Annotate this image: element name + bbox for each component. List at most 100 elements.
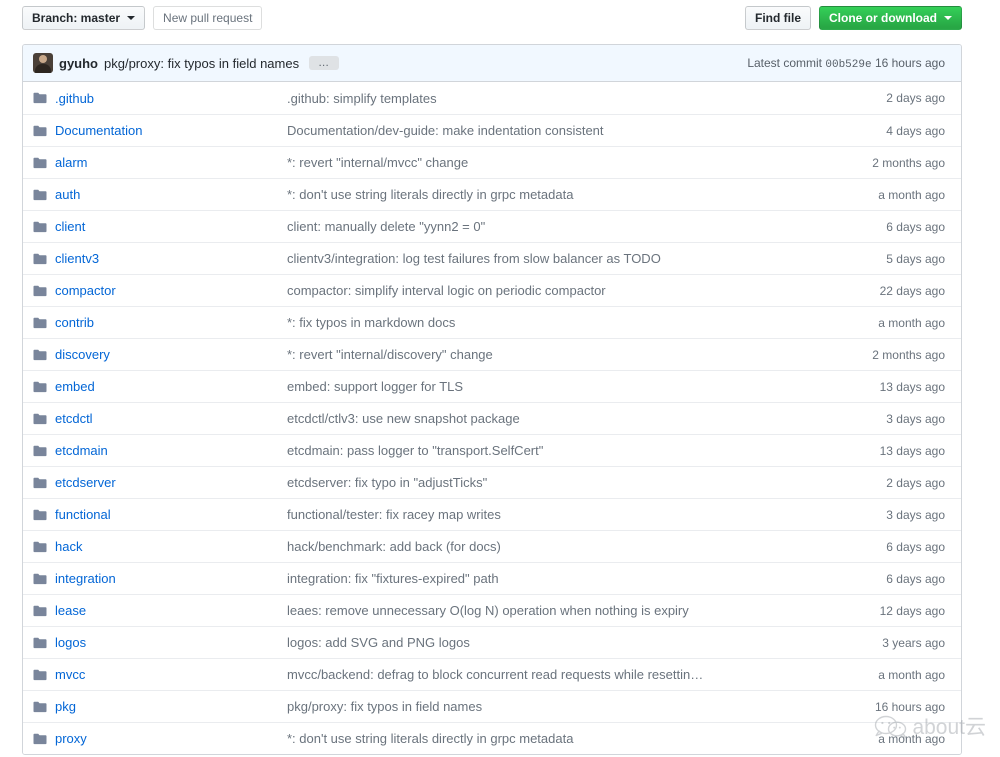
commit-age-cell: 3 days ago xyxy=(886,411,945,426)
table-row[interactable]: Documentation Documentation/dev-guide: ma… xyxy=(23,114,961,146)
table-row[interactable]: auth *: don't use string literals directl… xyxy=(23,178,961,210)
commit-message-cell[interactable]: etcdmain: pass logger to "transport.Self… xyxy=(287,443,825,458)
table-row[interactable]: alarm *: revert "internal/mvcc" change 2 m… xyxy=(23,146,961,178)
table-row[interactable]: lease leaes: remove unnecessary O(log N) … xyxy=(23,594,961,626)
table-row[interactable]: etcdmain etcdmain: pass logger to "transp… xyxy=(23,434,961,466)
folder-icon xyxy=(33,253,47,264)
file-name-link[interactable]: discovery xyxy=(55,347,110,362)
commit-message-cell[interactable]: pkg/proxy: fix typos in field names xyxy=(287,699,825,714)
find-file-button[interactable]: Find file xyxy=(745,6,811,30)
commit-message-cell[interactable]: etcdserver: fix typo in "adjustTicks" xyxy=(287,475,825,490)
file-name-link[interactable]: logos xyxy=(55,635,86,650)
commit-message-cell[interactable]: *: don't use string literals directly in… xyxy=(287,731,825,746)
file-name-link[interactable]: .github xyxy=(55,91,94,106)
commit-message-cell[interactable]: *: don't use string literals directly in… xyxy=(287,187,825,202)
file-icon-cell xyxy=(33,348,55,362)
file-name-cell: .github xyxy=(55,91,287,106)
file-icon-cell xyxy=(33,412,55,426)
table-row[interactable]: hack hack/benchmark: add back (for docs) 6… xyxy=(23,530,961,562)
table-row[interactable]: integration integration: fix "fixtures-ex… xyxy=(23,562,961,594)
file-icon-cell xyxy=(33,508,55,522)
file-name-link[interactable]: etcdctl xyxy=(55,411,93,426)
commit-message-cell[interactable]: embed: support logger for TLS xyxy=(287,379,825,394)
file-name-link[interactable]: etcdmain xyxy=(55,443,108,458)
file-name-link[interactable]: compactor xyxy=(55,283,116,298)
commit-age-cell: 6 days ago xyxy=(886,539,945,554)
file-icon-cell xyxy=(33,124,55,138)
table-row[interactable]: compactor compactor: simplify interval lo… xyxy=(23,274,961,306)
file-name-link[interactable]: functional xyxy=(55,507,111,522)
file-name-link[interactable]: contrib xyxy=(55,315,94,330)
table-row[interactable]: discovery *: revert "internal/discovery" … xyxy=(23,338,961,370)
file-name-link[interactable]: hack xyxy=(55,539,82,554)
file-name-cell: discovery xyxy=(55,347,287,362)
folder-icon xyxy=(33,189,47,200)
commit-age-cell: 13 days ago xyxy=(879,443,945,458)
file-name-link[interactable]: client xyxy=(55,219,85,234)
file-icon-cell xyxy=(33,252,55,266)
table-row[interactable]: etcdserver etcdserver: fix typo in "adjus… xyxy=(23,466,961,498)
file-name-link[interactable]: integration xyxy=(55,571,116,586)
file-icon-cell xyxy=(33,188,55,202)
commit-message-cell[interactable]: *: revert "internal/discovery" change xyxy=(287,347,825,362)
table-row[interactable]: contrib *: fix typos in markdown docs a mo… xyxy=(23,306,961,338)
table-row[interactable]: pkg pkg/proxy: fix typos in field names 16… xyxy=(23,690,961,722)
commit-message-cell[interactable]: Documentation/dev-guide: make indentatio… xyxy=(287,123,825,138)
latest-commit-meta: Latest commit 00b529e 16 hours ago xyxy=(747,56,951,71)
commit-message-cell[interactable]: integration: fix "fixtures-expired" path xyxy=(287,571,825,586)
folder-icon xyxy=(33,733,47,744)
commit-message-cell[interactable]: client: manually delete "yynn2 = 0" xyxy=(287,219,825,234)
file-name-link[interactable]: clientv3 xyxy=(55,251,99,266)
commit-message-cell[interactable]: *: fix typos in markdown docs xyxy=(287,315,825,330)
commit-message-cell[interactable]: .github: simplify templates xyxy=(287,91,825,106)
file-icon-cell xyxy=(33,540,55,554)
commit-age-cell: 4 days ago xyxy=(886,123,945,138)
file-name-link[interactable]: etcdserver xyxy=(55,475,116,490)
table-row[interactable]: .github .github: simplify templates 2 days… xyxy=(23,82,961,114)
file-name-link[interactable]: mvcc xyxy=(55,667,85,682)
file-icon-cell xyxy=(33,572,55,586)
commit-message-cell[interactable]: functional/tester: fix racey map writes xyxy=(287,507,825,522)
file-name-link[interactable]: proxy xyxy=(55,731,87,746)
file-name-link[interactable]: alarm xyxy=(55,155,88,170)
chevron-down-icon xyxy=(127,16,136,20)
file-name-link[interactable]: lease xyxy=(55,603,86,618)
branch-selector-button[interactable]: Branch: master xyxy=(22,6,146,30)
file-name-cell: clientv3 xyxy=(55,251,287,266)
folder-icon xyxy=(33,413,47,424)
new-pull-request-button[interactable]: New pull request xyxy=(153,6,263,30)
table-row[interactable]: functional functional/tester: fix racey m… xyxy=(23,498,961,530)
folder-icon xyxy=(33,605,47,616)
commit-message-cell[interactable]: leaes: remove unnecessary O(log N) opera… xyxy=(287,603,825,618)
commit-message-cell[interactable]: mvcc/backend: defrag to block concurrent… xyxy=(287,667,825,682)
commit-author-link[interactable]: gyuho xyxy=(59,56,98,71)
file-name-link[interactable]: embed xyxy=(55,379,95,394)
clone-or-download-button[interactable]: Clone or download xyxy=(819,6,962,30)
folder-icon xyxy=(33,509,47,520)
commit-message-cell[interactable]: hack/benchmark: add back (for docs) xyxy=(287,539,825,554)
file-name-link[interactable]: auth xyxy=(55,187,80,202)
table-row[interactable]: client client: manually delete "yynn2 = 0… xyxy=(23,210,961,242)
table-row[interactable]: clientv3 clientv3/integration: log test f… xyxy=(23,242,961,274)
file-name-link[interactable]: pkg xyxy=(55,699,76,714)
commit-message-cell[interactable]: compactor: simplify interval logic on pe… xyxy=(287,283,825,298)
commit-message-cell[interactable]: *: revert "internal/mvcc" change xyxy=(287,155,825,170)
commit-age-cell: 5 days ago xyxy=(886,251,945,266)
commit-age-cell: 22 days ago xyxy=(879,283,945,298)
table-row[interactable]: logos logos: add SVG and PNG logos 3 years… xyxy=(23,626,961,658)
table-row[interactable]: mvcc mvcc/backend: defrag to block concur… xyxy=(23,658,961,690)
commit-message-cell[interactable]: clientv3/integration: log test failures … xyxy=(287,251,825,266)
commit-expand-button[interactable]: … xyxy=(309,56,340,70)
commit-sha-link[interactable]: 00b529e xyxy=(825,59,871,71)
file-name-link[interactable]: Documentation xyxy=(55,123,142,138)
toolbar-left-group: Branch: master New pull request xyxy=(22,6,263,30)
table-row[interactable]: proxy *: don't use string literals direct… xyxy=(23,722,961,754)
commit-message[interactable]: pkg/proxy: fix typos in field names xyxy=(104,56,299,71)
file-name-cell: logos xyxy=(55,635,287,650)
commit-message-cell[interactable]: logos: add SVG and PNG logos xyxy=(287,635,825,650)
table-row[interactable]: etcdctl etcdctl/ctlv3: use new snapshot p… xyxy=(23,402,961,434)
folder-icon xyxy=(33,477,47,488)
table-row[interactable]: embed embed: support logger for TLS 13 day… xyxy=(23,370,961,402)
find-file-label: Find file xyxy=(755,11,801,25)
commit-message-cell[interactable]: etcdctl/ctlv3: use new snapshot package xyxy=(287,411,825,426)
